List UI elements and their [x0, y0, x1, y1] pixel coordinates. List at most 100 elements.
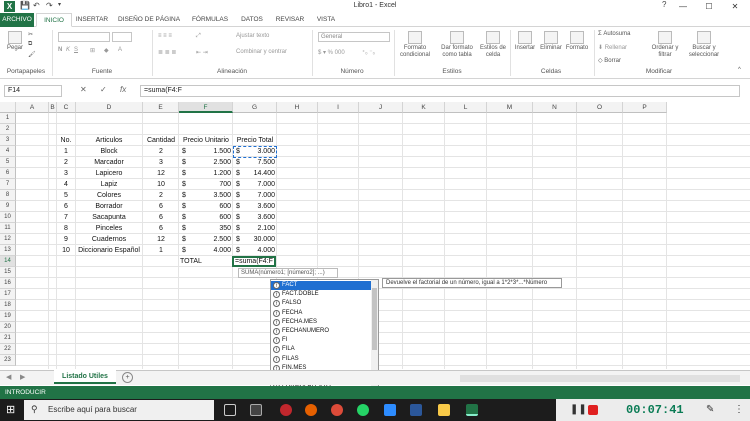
tab-insertar[interactable]: INSERTAR: [74, 13, 110, 27]
header-no[interactable]: No.: [57, 135, 75, 146]
cell-cantidad[interactable]: 12: [143, 234, 179, 245]
autocomplete-item[interactable]: f FACT: [271, 281, 371, 291]
fill-button[interactable]: ⬇ Rellenar: [598, 44, 627, 51]
cut-icon[interactable]: ✂: [28, 31, 33, 38]
font-name-select[interactable]: [58, 32, 110, 42]
cell-articulo[interactable]: Colores: [76, 190, 142, 201]
cell-styles-button[interactable]: Estilos de celda: [478, 31, 508, 59]
number-format-select[interactable]: General: [318, 32, 390, 42]
cell-cantidad[interactable]: 6: [143, 223, 179, 234]
cell-precio-total[interactable]: 7.000: [244, 190, 275, 201]
cell-articulo[interactable]: Lapicero: [76, 168, 142, 179]
formula-input[interactable]: =suma(F4:F: [140, 85, 740, 97]
bold-button[interactable]: N: [58, 47, 62, 53]
column-header-a[interactable]: A: [16, 102, 49, 113]
find-select-button[interactable]: Buscar y seleccionar: [684, 31, 724, 59]
cell-articulo[interactable]: Diccionario Español: [76, 245, 142, 256]
autocomplete-item[interactable]: f FACT.DOBLE: [271, 290, 371, 299]
task-view-icon[interactable]: [224, 404, 236, 416]
tab-revisar[interactable]: REVISAR: [272, 13, 308, 27]
opera-icon[interactable]: [280, 404, 292, 416]
cell-no[interactable]: 1: [57, 146, 75, 157]
word-icon[interactable]: [410, 404, 422, 416]
indent-icon[interactable]: ⇤ ⇥: [196, 49, 208, 56]
cell-articulo[interactable]: Pinceles: [76, 223, 142, 234]
cell-precio-unitario[interactable]: 700: [190, 179, 231, 190]
row-header-18[interactable]: 18: [0, 300, 16, 311]
column-header-l[interactable]: L: [445, 102, 487, 113]
cell-precio-total[interactable]: 3.600: [244, 201, 275, 212]
autocomplete-scroll-thumb[interactable]: [372, 288, 377, 350]
zoom-icon[interactable]: [384, 404, 396, 416]
insert-cells-button[interactable]: Insertar: [512, 31, 538, 52]
cell-articulo[interactable]: Marcador: [76, 157, 142, 168]
currency-format-icon[interactable]: $ ▾ % 000: [318, 49, 345, 56]
row-header-6[interactable]: 6: [0, 168, 16, 179]
borders-icon[interactable]: ⊞: [90, 47, 95, 54]
cell-precio-unitario[interactable]: 600: [190, 201, 231, 212]
tab-datos[interactable]: DATOS: [236, 13, 268, 27]
format-cells-button[interactable]: Formato: [564, 31, 590, 52]
format-painter-icon[interactable]: 🖌: [28, 51, 36, 58]
row-header-5[interactable]: 5: [0, 157, 16, 168]
active-cell-f14[interactable]: =suma(F4:F: [232, 256, 276, 267]
cell-precio-total[interactable]: 30.000: [244, 234, 275, 245]
row-header-2[interactable]: 2: [0, 124, 16, 135]
cell-cantidad[interactable]: 2: [143, 190, 179, 201]
close-button[interactable]: ✕: [724, 0, 746, 13]
cell-articulo[interactable]: Borrador: [76, 201, 142, 212]
insert-function-icon[interactable]: fx: [120, 85, 126, 94]
draw-icon[interactable]: ✎: [706, 404, 714, 415]
cell-precio-unitario[interactable]: 3.500: [190, 190, 231, 201]
cell-no[interactable]: 6: [57, 201, 75, 212]
tab-vista[interactable]: VISTA: [312, 13, 340, 27]
clear-button[interactable]: ◇ Borrar: [598, 57, 621, 64]
tab-inicio[interactable]: INICIO: [36, 13, 72, 27]
column-header-e[interactable]: E: [143, 102, 179, 113]
cell-articulo[interactable]: Cuadernos: [76, 234, 142, 245]
header-articulos[interactable]: Articulos: [76, 135, 142, 146]
align-left-icon[interactable]: ≣ ≣ ≣: [158, 49, 176, 56]
cell-precio-unitario[interactable]: 2.500: [190, 157, 231, 168]
copy-icon[interactable]: ⧉: [28, 41, 32, 48]
format-table-button[interactable]: Dar formato como tabla: [436, 31, 478, 59]
prev-sheet-icon[interactable]: ◀: [6, 373, 11, 381]
whatsapp-icon[interactable]: [357, 404, 369, 416]
more-options-icon[interactable]: ⋮: [734, 404, 744, 415]
cell-cantidad[interactable]: 1: [143, 245, 179, 256]
cell-precio-unitario[interactable]: 1.500: [190, 146, 231, 157]
cell-precio-unitario[interactable]: 350: [190, 223, 231, 234]
cell-no[interactable]: 2: [57, 157, 75, 168]
column-header-c[interactable]: C: [57, 102, 76, 113]
cell-precio-unitario[interactable]: 600: [190, 212, 231, 223]
cell-no[interactable]: 9: [57, 234, 75, 245]
cell-articulo[interactable]: Sacapunta: [76, 212, 142, 223]
orientation-icon[interactable]: ⤢: [196, 33, 201, 40]
row-header-14[interactable]: 14: [0, 256, 16, 267]
row-header-1[interactable]: 1: [0, 113, 16, 124]
cell-no[interactable]: 3: [57, 168, 75, 179]
column-header-h[interactable]: H: [277, 102, 318, 113]
name-box[interactable]: F14: [4, 85, 62, 97]
cell-precio-total[interactable]: 3.600: [244, 212, 275, 223]
cell-articulo[interactable]: Block: [76, 146, 142, 157]
autocomplete-item[interactable]: f FI: [271, 336, 371, 345]
row-header-9[interactable]: 9: [0, 201, 16, 212]
cell-precio-total[interactable]: 4.000: [244, 245, 275, 256]
autocomplete-item[interactable]: f FECHA: [271, 309, 371, 318]
maximize-button[interactable]: ☐: [698, 0, 720, 13]
autocomplete-item[interactable]: f FALSO: [271, 299, 371, 308]
paste-button[interactable]: Pegar: [4, 31, 26, 52]
horizontal-scrollbar[interactable]: [460, 375, 740, 382]
windows-start-icon[interactable]: ⊞: [6, 403, 15, 416]
row-header-3[interactable]: 3: [0, 135, 16, 146]
cell-precio-total[interactable]: 7.500: [244, 157, 275, 168]
next-sheet-icon[interactable]: ▶: [20, 373, 25, 381]
row-header-15[interactable]: 15: [0, 267, 16, 278]
chrome-icon[interactable]: [331, 404, 343, 416]
column-header-j[interactable]: J: [359, 102, 403, 113]
firefox-icon[interactable]: [305, 404, 317, 416]
minimize-button[interactable]: —: [672, 0, 694, 13]
collapse-ribbon-icon[interactable]: ^: [738, 67, 741, 73]
tab-formulas[interactable]: FÓRMULAS: [188, 13, 232, 27]
